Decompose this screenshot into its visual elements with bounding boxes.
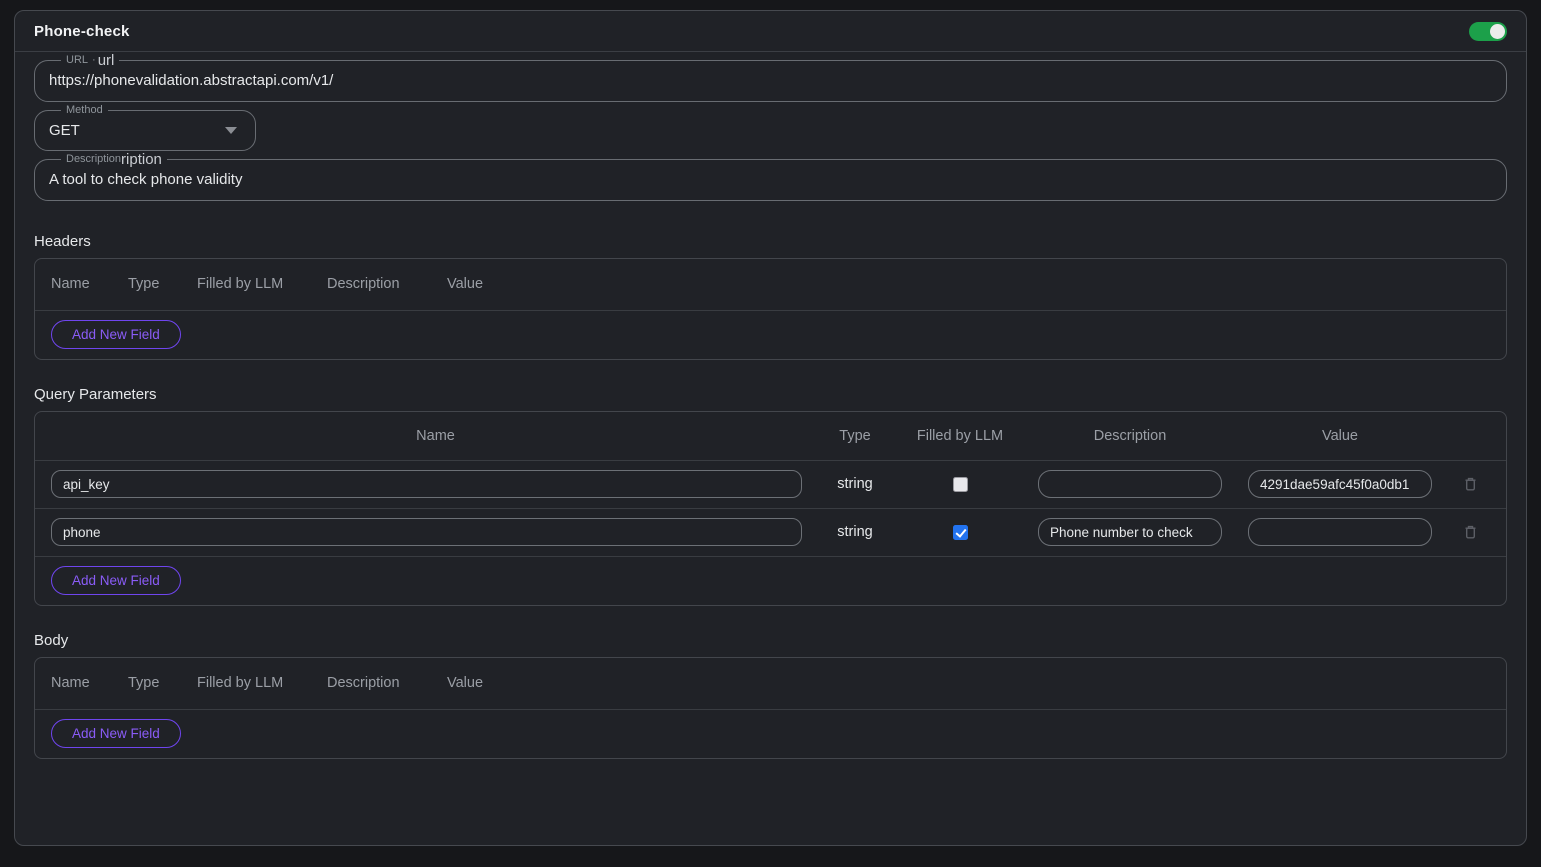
body-table-header-row: Name Type Filled by LLM Description Valu…	[35, 658, 1506, 709]
url-field-legend: URL ·url	[61, 52, 119, 70]
param-name-input[interactable]	[51, 470, 802, 498]
column-header-type: Type	[128, 276, 197, 292]
param-type-value: string	[820, 476, 890, 492]
column-header-value: Value	[1230, 428, 1450, 444]
url-input[interactable]	[47, 70, 1494, 92]
query-parameters-section-title: Query Parameters	[34, 386, 1507, 403]
headers-add-new-field-button[interactable]: Add New Field	[51, 320, 181, 349]
description-field: Descriptionription	[34, 151, 1507, 201]
filled-by-llm-checkbox[interactable]	[953, 477, 968, 492]
method-select-row: GET	[47, 119, 243, 141]
column-header-type: Type	[820, 428, 890, 444]
table-row: string	[35, 509, 1506, 556]
body-add-row: Add New Field	[35, 710, 1506, 758]
tool-config-panel: Phone-check URL ·url Method GET Descripti…	[14, 10, 1527, 846]
query-parameters-header-row: Name Type Filled by LLM Description Valu…	[35, 412, 1506, 460]
page-title: Phone-check	[34, 23, 130, 40]
param-description-input[interactable]	[1038, 518, 1222, 546]
enabled-toggle[interactable]	[1469, 22, 1507, 41]
headers-table: Name Type Filled by LLM Description Valu…	[34, 258, 1507, 360]
method-field-legend: Method	[61, 102, 108, 120]
query-parameters-add-new-field-button[interactable]: Add New Field	[51, 566, 181, 595]
delete-row-button[interactable]	[1461, 522, 1480, 542]
headers-table-header-row: Name Type Filled by LLM Description Valu…	[35, 259, 1506, 310]
method-select[interactable]: Method GET	[34, 102, 256, 152]
body-section-title: Body	[34, 632, 1507, 649]
chevron-down-icon	[225, 127, 237, 134]
delete-row-button[interactable]	[1461, 474, 1480, 494]
column-header-value: Value	[447, 675, 567, 691]
body-section: Body Name Type Filled by LLM Description…	[34, 632, 1507, 759]
column-header-filled-by-llm: Filled by LLM	[197, 276, 327, 292]
url-field-name: url	[98, 52, 115, 69]
param-description-input[interactable]	[1038, 470, 1222, 498]
body-add-new-field-button[interactable]: Add New Field	[51, 719, 181, 748]
query-parameters-section: Query Parameters Name Type Filled by LLM…	[34, 386, 1507, 606]
description-field-legend: Descriptionription	[61, 151, 167, 169]
url-label-separator: ·	[92, 54, 96, 66]
param-name-input[interactable]	[51, 518, 802, 546]
column-header-filled-by-llm: Filled by LLM	[890, 428, 1030, 444]
param-value-input[interactable]	[1248, 518, 1432, 546]
panel-content: URL·url Method GET Descriptionription He…	[15, 52, 1526, 759]
query-parameters-add-row: Add New Field	[35, 557, 1506, 605]
headers-section-title: Headers	[34, 233, 1507, 250]
column-header-description: Description	[327, 675, 447, 691]
column-header-name: Name	[51, 276, 128, 292]
url-field: URL ·url	[34, 52, 1507, 102]
param-type-value: string	[820, 524, 890, 540]
url-field-label: URL	[66, 54, 88, 66]
method-selected-value: GET	[49, 122, 80, 139]
column-header-type: Type	[128, 675, 197, 691]
column-header-name: Name	[51, 428, 820, 444]
column-header-description: Description	[1030, 428, 1230, 444]
description-input[interactable]	[47, 169, 1494, 191]
description-field-label: Description	[66, 153, 121, 165]
method-field-label: Method	[66, 104, 103, 116]
panel-titlebar: Phone-check	[15, 11, 1526, 52]
headers-section: Headers Name Type Filled by LLM Descript…	[34, 233, 1507, 360]
headers-add-row: Add New Field	[35, 311, 1506, 359]
trash-icon	[1463, 476, 1478, 492]
column-header-name: Name	[51, 675, 128, 691]
table-row: string	[35, 461, 1506, 508]
body-table: Name Type Filled by LLM Description Valu…	[34, 657, 1507, 759]
param-value-input[interactable]	[1248, 470, 1432, 498]
toggle-knob-icon	[1490, 24, 1505, 39]
trash-icon	[1463, 524, 1478, 540]
column-header-filled-by-llm: Filled by LLM	[197, 675, 327, 691]
description-field-name: ription	[121, 151, 162, 168]
filled-by-llm-checkbox[interactable]	[953, 525, 968, 540]
column-header-value: Value	[447, 276, 567, 292]
column-header-description: Description	[327, 276, 447, 292]
query-parameters-table: Name Type Filled by LLM Description Valu…	[34, 411, 1507, 606]
